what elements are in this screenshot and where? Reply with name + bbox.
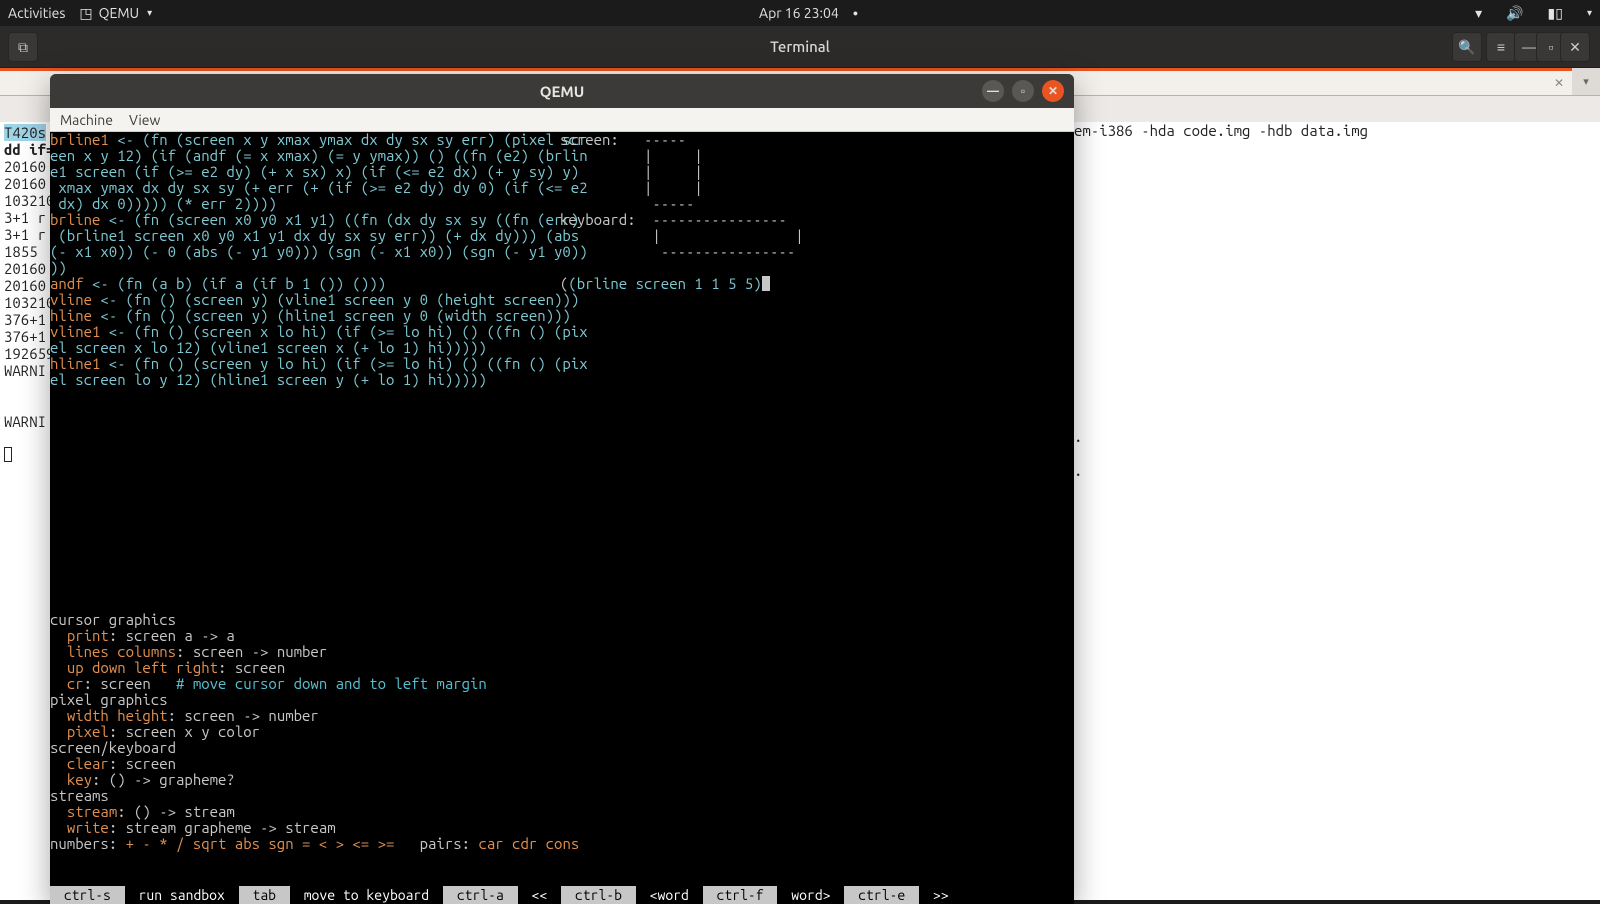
tab-close-icon[interactable]: ✕ <box>1554 76 1564 90</box>
qemu-screen[interactable]: brline1 <- (fn (screen x y xmax ymax dx … <box>50 132 1074 904</box>
repl-input: (brline screen 1 1 5 5) <box>568 275 761 292</box>
statusbar-rarr: >> <box>919 886 962 904</box>
out-line: 1855 <box>4 243 46 260</box>
tab-add-button[interactable]: ▾ <box>1572 68 1600 95</box>
terminal-headerbar: ⧉ Terminal 🔍 ≡ — ▫ ✕ <box>0 26 1600 68</box>
qemu-statusbar: ctrl-s run sandbox tab move to keyboard … <box>50 886 1074 904</box>
app-menu-label: QEMU <box>99 5 139 21</box>
out-line: 20160 <box>4 277 46 294</box>
out-line: 20160 <box>4 175 46 192</box>
menu-machine[interactable]: Machine <box>60 112 113 128</box>
qemu-minimize-button[interactable]: — <box>982 80 1004 102</box>
statusbar-move: move to keyboard <box>290 886 443 904</box>
statusbar-run: run sandbox <box>125 886 239 904</box>
out-line: 103210 <box>4 294 54 311</box>
qemu-close-button[interactable]: ✕ <box>1042 80 1064 102</box>
statusbar-ctrl-f[interactable]: ctrl-f <box>703 886 778 904</box>
volume-icon[interactable]: 🔊 <box>1506 5 1523 22</box>
statusbar-rword: word> <box>777 886 844 904</box>
hamburger-menu-button[interactable]: ≡ <box>1486 32 1516 62</box>
statusbar-ctrl-s[interactable]: ctrl-s <box>50 886 125 904</box>
battery-icon[interactable]: ▮▯ <box>1548 5 1563 22</box>
chevron-down-icon: ▾ <box>147 7 152 19</box>
dd-fragment: dd if= <box>4 141 54 158</box>
search-button[interactable]: 🔍 <box>1452 32 1482 62</box>
terminal-dot: . <box>1074 428 1082 445</box>
out-line: 103210 <box>4 192 54 209</box>
clock[interactable]: Apr 16 23:04 <box>759 5 839 21</box>
wifi-icon[interactable]: ▾ <box>1475 5 1482 22</box>
qemu-title: QEMU <box>540 83 585 100</box>
system-menu-chevron-icon[interactable]: ▾ <box>1587 7 1592 19</box>
new-tab-button[interactable]: ⧉ <box>8 32 38 62</box>
statusbar-ctrl-b[interactable]: ctrl-b <box>561 886 636 904</box>
out-line: 3+1 r <box>4 226 46 243</box>
statusbar-ctrl-e[interactable]: ctrl-e <box>844 886 919 904</box>
qemu-maximize-button[interactable]: ▫ <box>1012 80 1034 102</box>
qemu-window: QEMU — ▫ ✕ Machine View brline1 <- (fn (… <box>50 74 1074 904</box>
terminal-title: Terminal <box>770 38 830 55</box>
qemu-titlebar[interactable]: QEMU — ▫ ✕ <box>50 74 1074 108</box>
statusbar-larr: << <box>518 886 561 904</box>
out-line: WARNI <box>4 362 46 379</box>
host-fragment: T420s <box>4 124 46 141</box>
out-line: 3+1 r <box>4 209 46 226</box>
out-line: 192659 <box>4 345 54 362</box>
notification-dot-icon: ● <box>853 8 858 18</box>
gnome-topbar: Activities ◳ QEMU ▾ Apr 16 23:04 ● ▾ 🔊 ▮… <box>0 0 1600 26</box>
terminal-dot: . <box>1074 462 1082 479</box>
qemu-icon: ◳ <box>79 5 92 22</box>
window-close-button[interactable]: ✕ <box>1560 32 1590 62</box>
out-line: 20160 <box>4 260 46 277</box>
out-line: 376+1 <box>4 328 46 345</box>
terminal-right-fragment: em-i386 -hda code.img -hdb data.img <box>1074 122 1368 139</box>
qemu-defs-pane: brline1 <- (fn (screen x y xmax ymax dx … <box>50 132 560 852</box>
repl-cursor <box>762 276 770 291</box>
statusbar-lword: <word <box>636 886 703 904</box>
statusbar-tab[interactable]: tab <box>239 886 290 904</box>
out-line: WARNI <box>4 413 46 430</box>
menu-view[interactable]: View <box>129 112 160 128</box>
out-line: 20160 <box>4 158 46 175</box>
qemu-repl-pane: screen: ----- | | | | | | ----- keyboard… <box>560 132 1070 292</box>
terminal-cursor <box>4 447 12 462</box>
activities-button[interactable]: Activities <box>8 5 65 21</box>
statusbar-ctrl-a[interactable]: ctrl-a <box>443 886 518 904</box>
out-line: 376+1 <box>4 311 46 328</box>
app-menu[interactable]: ◳ QEMU ▾ <box>79 5 152 22</box>
qemu-menubar: Machine View <box>50 108 1074 132</box>
